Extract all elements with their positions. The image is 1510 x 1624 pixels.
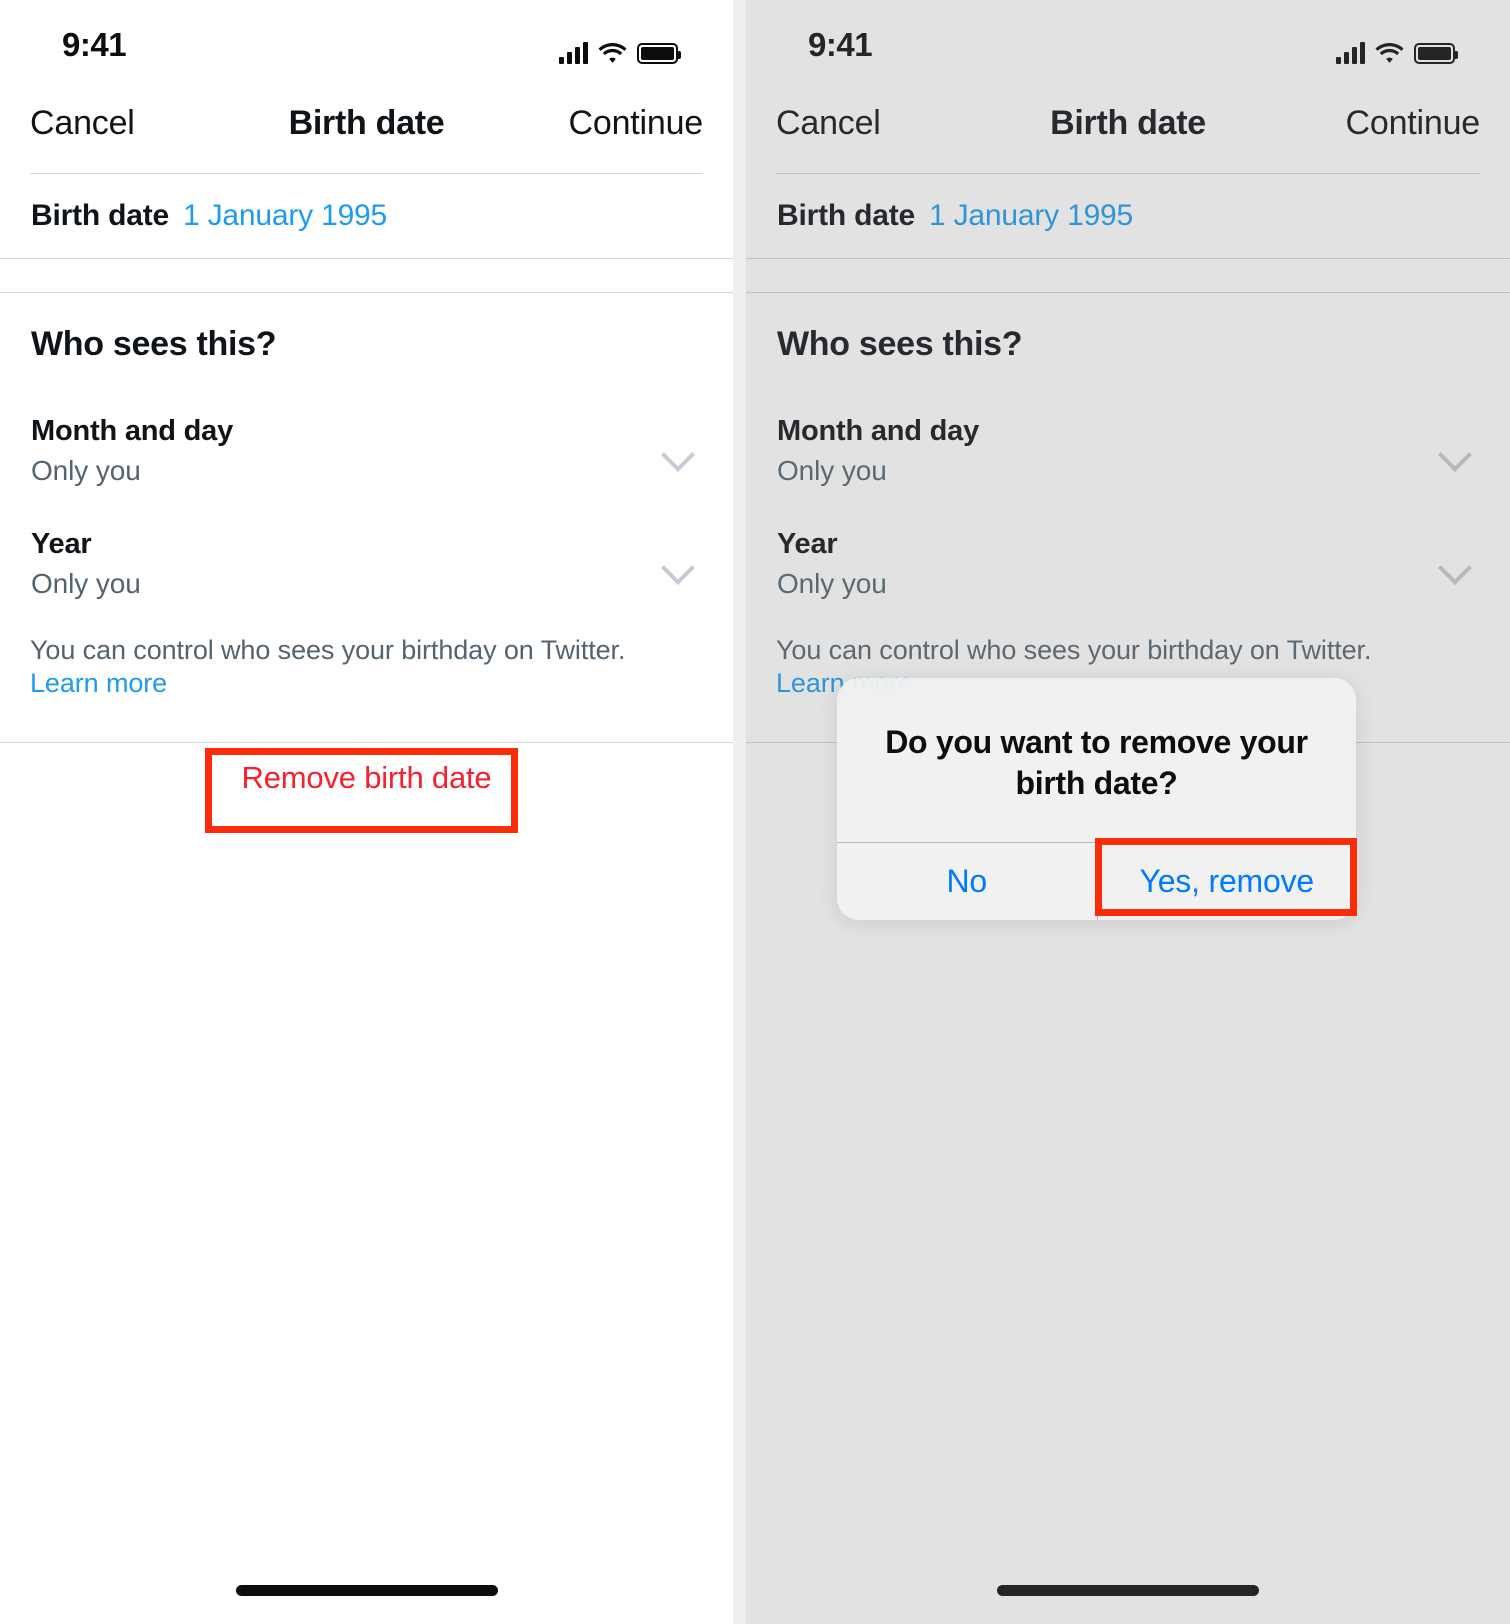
navigation-bar: Cancel Birth date Continue bbox=[0, 86, 733, 174]
option-subtitle: Only you bbox=[31, 568, 141, 599]
birth-date-row[interactable]: Birth date 1 January 1995 bbox=[0, 175, 733, 258]
wifi-icon bbox=[1375, 42, 1404, 64]
signal-bars-icon bbox=[559, 42, 588, 64]
confirm-remove-dialog: Do you want to remove your birth date? N… bbox=[837, 678, 1356, 920]
dialog-actions: No Yes, remove bbox=[837, 842, 1356, 920]
who-sees-this-heading: Who sees this? bbox=[31, 325, 277, 363]
continue-button[interactable]: Continue bbox=[569, 104, 704, 143]
option-title: Year bbox=[31, 528, 92, 560]
status-bar: 9:41 bbox=[746, 0, 1510, 86]
wifi-icon bbox=[598, 42, 627, 64]
birth-date-value[interactable]: 1 January 1995 bbox=[183, 199, 387, 233]
navigation-bar: Cancel Birth date Continue bbox=[746, 86, 1510, 174]
option-subtitle: Only you bbox=[31, 455, 141, 486]
status-bar-icons bbox=[1336, 30, 1458, 64]
birth-date-label: Birth date bbox=[31, 199, 170, 232]
alert-cancel-button[interactable]: No bbox=[837, 843, 1097, 920]
option-row-month-and-day[interactable]: Month and day Only you bbox=[746, 415, 1510, 515]
learn-more-link[interactable]: Learn more bbox=[30, 667, 670, 700]
option-title: Month and day bbox=[777, 415, 980, 447]
status-bar: 9:41 bbox=[0, 0, 733, 86]
section-divider-bottom bbox=[746, 292, 1510, 293]
option-subtitle: Only you bbox=[777, 568, 887, 599]
chevron-down-icon[interactable] bbox=[661, 550, 695, 584]
status-bar-icons bbox=[559, 30, 681, 64]
battery-full-icon bbox=[1414, 43, 1458, 64]
section-divider-top bbox=[746, 258, 1510, 259]
remove-birth-date-button[interactable]: Remove birth date bbox=[0, 760, 733, 796]
privacy-note-text: You can control who sees your birthday o… bbox=[776, 635, 1372, 665]
privacy-note-text: You can control who sees your birthday o… bbox=[30, 635, 626, 665]
dialog-title: Do you want to remove your birth date? bbox=[885, 724, 1308, 801]
option-row-month-and-day[interactable]: Month and day Only you bbox=[0, 415, 733, 515]
alert-confirm-button[interactable]: Yes, remove bbox=[1096, 843, 1357, 920]
chevron-down-icon[interactable] bbox=[1438, 550, 1472, 584]
navbar-divider bbox=[30, 173, 703, 174]
option-row-year[interactable]: Year Only you bbox=[746, 528, 1510, 628]
home-indicator bbox=[235, 1585, 498, 1596]
navbar-divider bbox=[776, 173, 1480, 174]
option-title: Month and day bbox=[31, 415, 234, 447]
birth-date-label: Birth date bbox=[777, 199, 916, 232]
chevron-down-icon[interactable] bbox=[1438, 437, 1472, 471]
who-sees-this-heading: Who sees this? bbox=[777, 325, 1023, 363]
battery-full-icon bbox=[637, 43, 681, 64]
remove-section-divider bbox=[0, 742, 733, 743]
phone-screen-with-dialog: 9:41 Cancel Birth date Continue Birth da… bbox=[746, 0, 1510, 1624]
panel-gutter bbox=[733, 0, 746, 1624]
chevron-down-icon[interactable] bbox=[661, 437, 695, 471]
option-row-year[interactable]: Year Only you bbox=[0, 528, 733, 628]
continue-button[interactable]: Continue bbox=[1346, 104, 1481, 143]
phone-screen-base: 9:41 Cancel Birth date Continue Birth da… bbox=[0, 0, 733, 1624]
option-subtitle: Only you bbox=[777, 455, 887, 486]
birth-date-value[interactable]: 1 January 1995 bbox=[929, 199, 1133, 233]
signal-bars-icon bbox=[1336, 42, 1365, 64]
screenshot-stage: 9:41 Cancel Birth date Continue Birth da… bbox=[0, 0, 1510, 1624]
status-bar-time: 9:41 bbox=[808, 26, 873, 63]
status-bar-time: 9:41 bbox=[62, 26, 127, 63]
birth-date-row[interactable]: Birth date 1 January 1995 bbox=[746, 175, 1510, 258]
option-title: Year bbox=[777, 528, 838, 560]
home-indicator bbox=[997, 1585, 1259, 1596]
privacy-note: You can control who sees your birthday o… bbox=[30, 634, 670, 700]
dialog-body: Do you want to remove your birth date? bbox=[837, 678, 1356, 842]
section-divider-top bbox=[0, 258, 733, 259]
section-divider-bottom bbox=[0, 292, 733, 293]
